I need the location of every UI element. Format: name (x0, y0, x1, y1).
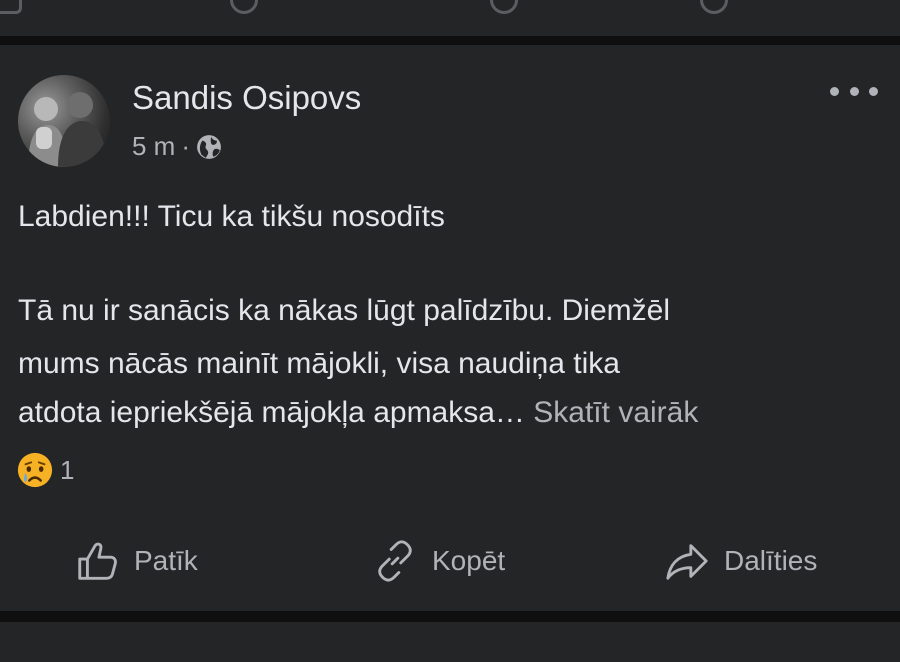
globe-icon (197, 134, 221, 159)
cut-off-icon (0, 0, 22, 14)
cut-off-icon (490, 0, 518, 14)
more-dot (849, 86, 859, 96)
meta-separator: · (181, 131, 191, 161)
post-text-line: mums nācās mainīt mājokli, visa naudiņa … (18, 347, 620, 380)
more-dot (830, 86, 839, 96)
post-meta: 5 m · (132, 131, 222, 162)
post-text-line: Labdien!!! Ticu ka tikšu nosodīts (18, 200, 445, 233)
link-icon (378, 540, 412, 582)
share-button[interactable]: Dalīties (664, 533, 817, 589)
share-label: Dalīties (724, 545, 818, 576)
next-post-card (0, 622, 900, 662)
avatar[interactable] (18, 75, 110, 167)
post-actions: Patīk Kopēt Dalīties (0, 533, 900, 589)
like-label: Patīk (134, 545, 198, 576)
post-text-line: Tā nu ir sanācis ka nākas lūgt palīdzību… (18, 294, 670, 327)
reaction-summary[interactable]: 1 (16, 451, 74, 489)
post-card: Sandis Osipovs 5 m · Labdien!!! Ticu ka … (0, 45, 900, 611)
post-text-line-last: atdota iepriekšējā mājokļa apmaksa… Skat… (18, 391, 698, 435)
see-more-link[interactable]: Skatīt vairāk (533, 396, 698, 429)
more-dot (869, 86, 878, 96)
share-arrow-icon (666, 544, 708, 580)
crying-face-icon (17, 452, 53, 488)
cut-off-icon (230, 0, 258, 14)
like-button[interactable]: Patīk (74, 533, 198, 589)
copy-label: Kopēt (432, 545, 506, 576)
reaction-count: 1 (60, 454, 75, 485)
cut-off-icon (700, 0, 728, 14)
author-name[interactable]: Sandis Osipovs (132, 79, 361, 117)
previous-post-action-bar (0, 0, 900, 36)
thumbs-up-icon (78, 542, 117, 580)
post-text-line: atdota iepriekšējā mājokļa apmaksa… (18, 396, 525, 429)
post-time[interactable]: 5 m (132, 131, 175, 162)
avatar-photo (28, 92, 106, 167)
more-options-button[interactable] (830, 81, 878, 101)
copy-link-button[interactable]: Kopēt (372, 533, 505, 589)
